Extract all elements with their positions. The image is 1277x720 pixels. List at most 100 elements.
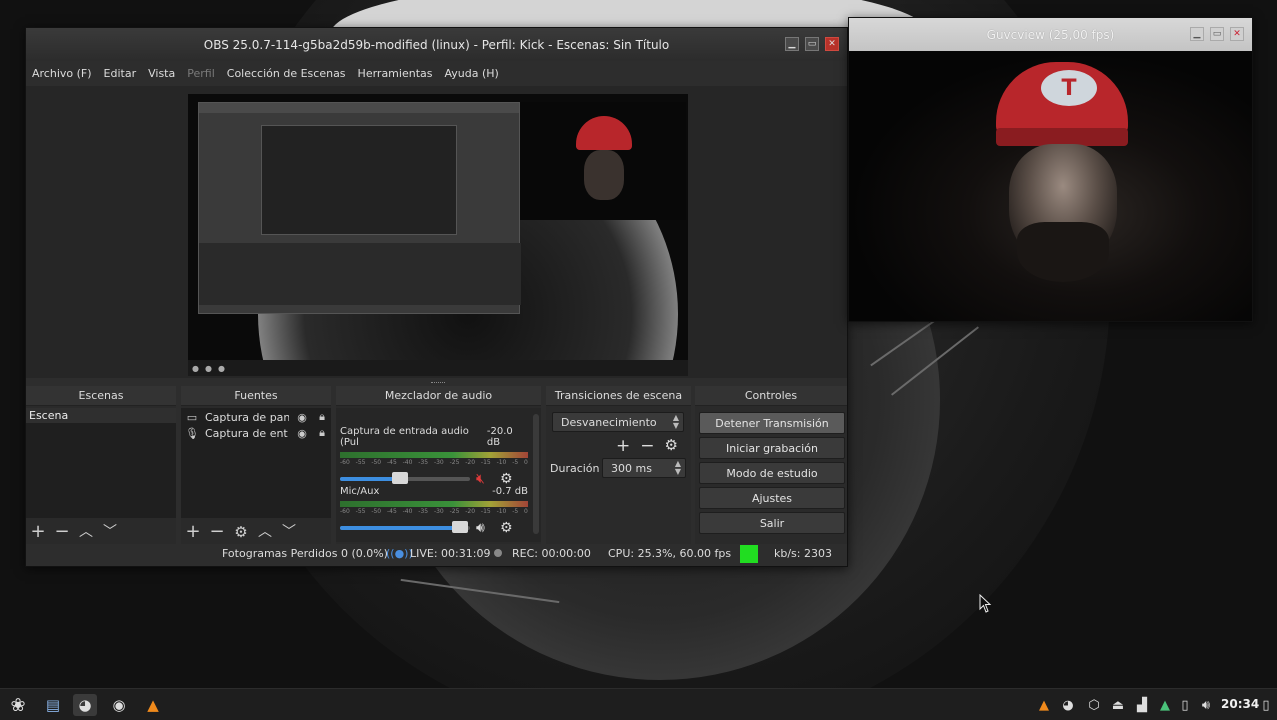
duration-spinbox[interactable]: 300 ms ▲ ▼	[602, 458, 686, 478]
menu-editar[interactable]: Editar	[104, 67, 137, 80]
gear-icon[interactable]: ⚙	[500, 520, 513, 536]
meter-tick-label: -55	[355, 459, 366, 466]
speaker-icon[interactable]: 🔊︎	[476, 520, 494, 536]
exit-button[interactable]: Salir	[699, 512, 845, 534]
preview-face	[584, 150, 624, 200]
meter-tick-label: -15	[480, 508, 491, 515]
move-scene-up-button[interactable]: ︿	[78, 522, 94, 542]
eye-icon[interactable]: ◉	[295, 411, 309, 424]
signal-icon[interactable]: ▟	[1132, 695, 1152, 715]
eye-icon[interactable]: ◉	[295, 427, 309, 440]
menu-vista[interactable]: Vista	[148, 67, 175, 80]
scenes-dock: Escenas Escena + − ︿ ﹀	[26, 386, 176, 544]
minimize-button[interactable]: ▁	[1190, 27, 1204, 41]
maximize-button[interactable]: ▭	[1210, 27, 1224, 41]
stream-preview[interactable]: ● ● ●	[188, 94, 688, 376]
studio-mode-button[interactable]: Modo de estudio	[699, 462, 845, 484]
app-menu-icon[interactable]: ❀	[6, 694, 30, 716]
start-recording-button[interactable]: Iniciar grabación	[699, 437, 845, 459]
move-scene-down-button[interactable]: ﹀	[102, 522, 118, 542]
add-transition-button[interactable]: +	[616, 436, 630, 456]
obs-titlebar[interactable]: OBS 25.0.7-114-g5ba2d59b-modified (linux…	[26, 28, 847, 61]
volume-fader[interactable]	[340, 472, 470, 484]
source-item-screen[interactable]: ▭ Captura de pan ◉ 🔒︎	[181, 409, 331, 425]
meter-tick-label: -50	[371, 508, 382, 515]
menu-coleccion-escenas[interactable]: Colección de Escenas	[227, 67, 346, 80]
remove-transition-button[interactable]: −	[640, 436, 654, 456]
meter-tick-label: -40	[402, 459, 413, 466]
source-item-audio[interactable]: 🎙︎ Captura de ent ◉ 🔒︎	[181, 425, 331, 441]
preview-nested-docks	[199, 243, 521, 305]
volume-meter	[340, 452, 528, 458]
lock-icon[interactable]: 🔒︎	[315, 426, 329, 440]
add-scene-button[interactable]: +	[30, 522, 46, 542]
scenes-list: Escena	[26, 408, 176, 518]
mixer-body: Captura de entrada audio (Pul -20.0 dB -…	[336, 408, 541, 542]
file-manager-icon[interactable]: ▤	[41, 694, 65, 716]
fader-fill	[340, 526, 460, 530]
vlc-icon[interactable]: ▲	[141, 694, 165, 716]
preview-nested-camera	[520, 102, 686, 220]
move-source-up-button[interactable]: ︿	[257, 522, 273, 542]
stop-streaming-button[interactable]: Detener Transmisión	[699, 412, 845, 434]
channel-header: Captura de entrada audio (Pul -20.0 dB	[340, 426, 528, 448]
meter-tick-label: -5	[512, 508, 519, 515]
fader-knob[interactable]	[452, 521, 468, 533]
meter-tick-label: -20	[465, 459, 476, 466]
meter-tick-label: -40	[402, 508, 413, 515]
package-icon[interactable]: ⬡	[1084, 695, 1104, 715]
lock-icon[interactable]: 🔒︎	[315, 410, 329, 424]
menu-ayuda[interactable]: Ayuda (H)	[444, 67, 498, 80]
meter-tick-label: -45	[386, 508, 397, 515]
meter-tick-label: -5	[512, 459, 519, 466]
maximize-button[interactable]: ▭	[805, 37, 819, 51]
guvcview-window: Guvcview (25,00 fps) ▁ ▭ ✕ T	[848, 17, 1253, 322]
obs-icon[interactable]: ◕	[73, 694, 97, 716]
scene-item[interactable]: Escena	[26, 408, 176, 423]
mixer-scrollbar[interactable]	[533, 414, 539, 534]
cap-logo: T	[1041, 70, 1097, 106]
volume-meter	[340, 501, 528, 507]
fader-row: 🔇︎ ⚙	[340, 471, 528, 487]
remove-scene-button[interactable]: −	[54, 522, 70, 542]
channel-level: -20.0 dB	[486, 426, 513, 448]
transition-select[interactable]: Desvanecimiento ▲ ▼	[552, 412, 684, 432]
vlc-tray-icon[interactable]: ▲	[1034, 695, 1054, 715]
clipboard-icon[interactable]: ▯	[1175, 695, 1195, 715]
menu-archivo[interactable]: Archivo (F)	[32, 67, 92, 80]
sources-dock-title: Fuentes	[181, 386, 331, 406]
clock[interactable]: 20:34	[1221, 697, 1259, 711]
volume-fader[interactable]	[340, 521, 470, 533]
show-desktop-icon[interactable]: ▯	[1256, 695, 1276, 715]
controls-title: Controles	[695, 386, 847, 406]
fader-row: 🔊︎ ⚙	[340, 520, 528, 536]
settings-button[interactable]: Ajustes	[699, 487, 845, 509]
meter-tick-label: -60	[340, 459, 350, 466]
volume-icon[interactable]: 🔊︎	[1196, 695, 1216, 715]
dock-splitter-handle[interactable]	[431, 382, 445, 385]
menu-perfil[interactable]: Perfil	[187, 67, 215, 80]
menu-herramientas[interactable]: Herramientas	[358, 67, 433, 80]
obs-tray-icon[interactable]: ◕	[1058, 695, 1078, 715]
muted-speaker-icon[interactable]: 🔇︎	[476, 471, 494, 487]
preview-nested-obs	[198, 102, 521, 314]
meter-scale: -60 -55 -50 -45 -40 -35 -30 -25 -20 -15 -10 -5 0	[340, 508, 528, 515]
eject-icon[interactable]: ⏏	[1108, 695, 1128, 715]
webcam-icon[interactable]: ◉	[107, 694, 131, 716]
move-source-down-button[interactable]: ﹀	[281, 522, 297, 542]
minimize-button[interactable]: ▁	[785, 37, 799, 51]
gear-icon[interactable]: ⚙	[665, 436, 678, 456]
gear-icon[interactable]: ⚙	[233, 522, 249, 542]
remove-source-button[interactable]: −	[209, 522, 225, 542]
meter-tick-label: -25	[449, 459, 460, 466]
obs-window: OBS 25.0.7-114-g5ba2d59b-modified (linux…	[25, 27, 848, 567]
gear-icon[interactable]: ⚙	[500, 471, 513, 487]
close-button[interactable]: ✕	[825, 37, 839, 51]
notification-icon[interactable]: ▲	[1155, 695, 1175, 715]
audio-mixer-title: Mezclador de audio	[336, 386, 541, 406]
add-source-button[interactable]: +	[185, 522, 201, 542]
close-button[interactable]: ✕	[1230, 27, 1244, 41]
preview-taskbar-icon: ●	[204, 363, 212, 373]
fader-knob[interactable]	[392, 472, 408, 484]
guvcview-titlebar[interactable]: Guvcview (25,00 fps) ▁ ▭ ✕	[849, 18, 1252, 51]
